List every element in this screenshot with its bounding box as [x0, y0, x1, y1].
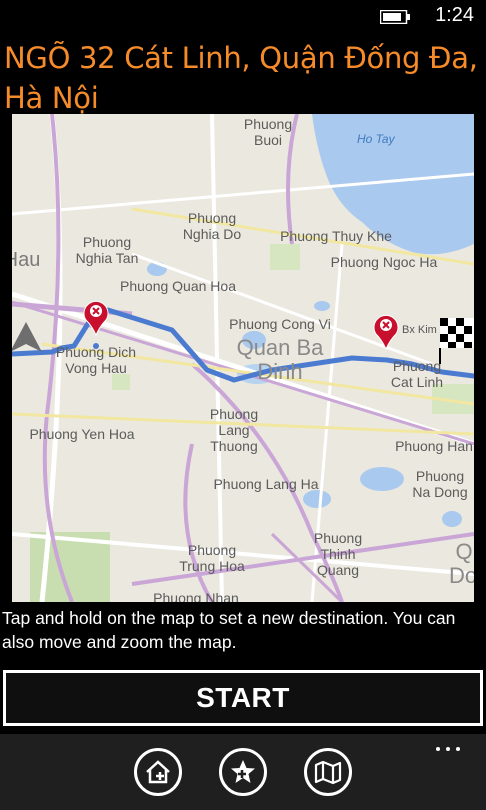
start-button[interactable]: START	[3, 670, 483, 726]
map-icon	[314, 760, 342, 785]
current-location-arrow-icon	[12, 322, 42, 352]
map-label-district: Quan Ba Dinh	[236, 335, 324, 384]
instructions-text: Tap and hold on the map to set a new des…	[2, 608, 456, 652]
add-home-icon	[146, 760, 170, 784]
battery-icon	[380, 10, 410, 24]
more-icon[interactable]	[434, 744, 464, 754]
map-label: Q Dor	[449, 539, 474, 588]
map-label: Phuong Nghia Do	[182, 210, 242, 242]
map-label: Phuong Na Dong	[412, 468, 468, 500]
map-label: Bx Kim	[402, 324, 437, 336]
map-view[interactable]: Phuong Buoi Ho Tay Phuong Nghia Do Phuon…	[12, 114, 474, 602]
map-label: Phuong Trung Hoa	[179, 542, 245, 574]
map-label: Phuong Dich Vong Hau	[55, 344, 137, 376]
add-favorite-button[interactable]	[219, 748, 267, 796]
map-label: Phuong Lang Ha	[213, 476, 319, 492]
map-label: Phuong Buoi	[243, 116, 293, 148]
map-label: Phuong Yen Hoa	[29, 426, 135, 442]
finish-flag-icon	[439, 318, 474, 364]
app-bar	[0, 734, 486, 810]
map-label: Phuong Han	[395, 438, 473, 454]
map-label: Phuong Nghia Tan	[75, 234, 139, 266]
add-favorite-icon	[231, 760, 255, 783]
map-label: Phuong Ngoc Ha	[330, 254, 438, 270]
map-label: Hau	[12, 249, 41, 271]
add-home-button[interactable]	[134, 748, 182, 796]
map-label: Phuong Quan Hoa	[120, 278, 236, 294]
destination-pin-icon[interactable]	[372, 312, 400, 350]
clock: 1:24	[435, 4, 474, 26]
status-bar: 1:24	[0, 0, 486, 32]
map-label: Phuong Nhan	[153, 590, 239, 602]
map-label: Phuong Thuy Khe	[280, 228, 392, 244]
start-pin-icon[interactable]	[82, 298, 110, 336]
page-title: NGÕ 32 Cát Linh, Quận Đống Đa, Hà Nội	[4, 41, 478, 115]
map-label: Phuong Thinh Quang	[313, 530, 363, 578]
map-label: Phuong Lang Thuong	[209, 406, 259, 454]
map-button[interactable]	[304, 748, 352, 796]
map-label: Phuong Cong Vi	[229, 316, 331, 332]
map-label-water: Ho Tay	[357, 132, 395, 146]
